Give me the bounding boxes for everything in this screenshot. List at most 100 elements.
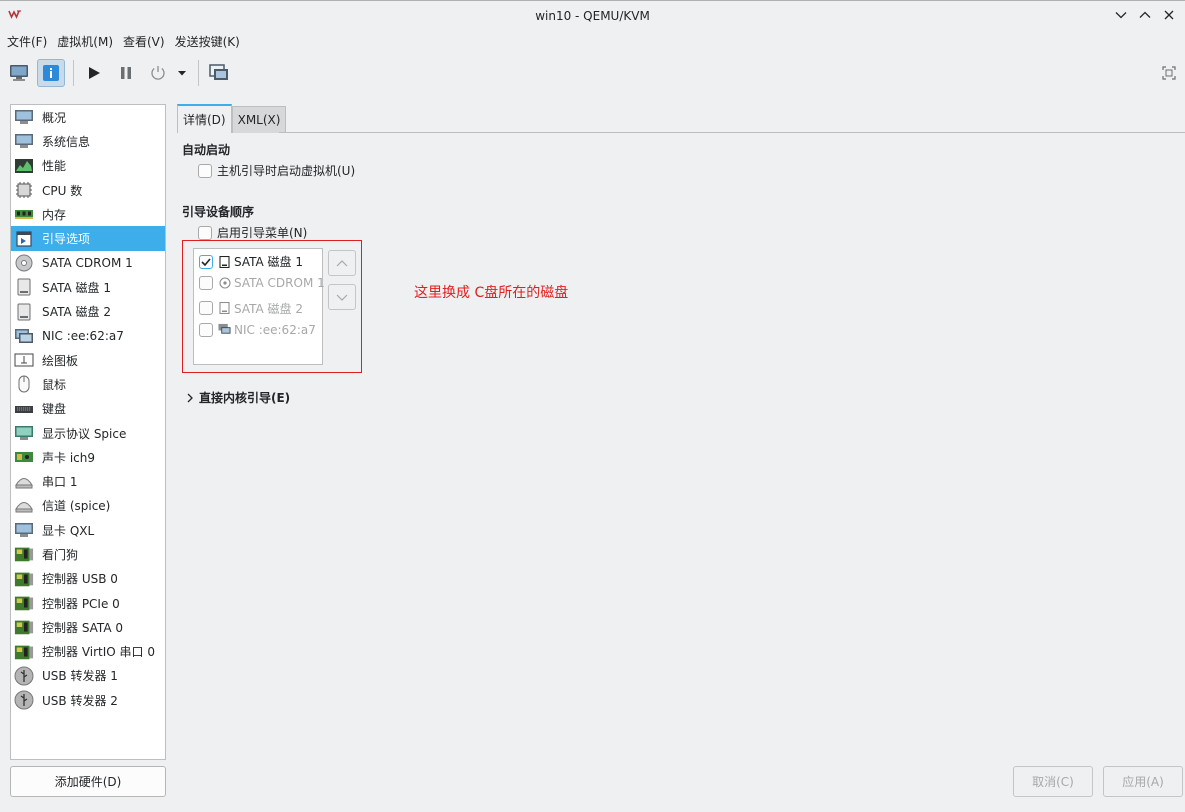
menu-vm[interactable]: 虚拟机(M) (52, 33, 118, 50)
sidebar-item-label: 系统信息 (42, 134, 91, 149)
console-view-button[interactable] (5, 59, 33, 87)
usb-icon (14, 690, 34, 710)
sidebar-item[interactable]: 控制器 SATA 0 (11, 615, 165, 639)
boot-order-title: 引导设备顺序 (182, 205, 255, 219)
sidebar-item[interactable]: 绘图板 (11, 348, 165, 372)
monitor-icon (14, 108, 34, 126)
shutdown-menu-button[interactable] (174, 59, 190, 87)
sidebar-item[interactable]: 系统信息 (11, 129, 165, 153)
shutdown-button[interactable] (144, 59, 172, 87)
display-icon (14, 424, 34, 442)
controller-card-icon (14, 618, 34, 636)
menu-send-key[interactable]: 发送按键(K) (170, 33, 245, 50)
sidebar-item[interactable]: 显卡 QXL (11, 518, 165, 542)
sidebar-item[interactable]: 键盘 (11, 397, 165, 421)
cdrom-icon (14, 254, 34, 272)
keyboard-icon (14, 400, 34, 418)
sidebar-item-label: 看门狗 (42, 547, 79, 562)
sidebar-item-label: 信道 (spice) (42, 499, 111, 514)
maximize-button[interactable] (1135, 5, 1155, 25)
controller-card-icon (14, 545, 34, 563)
sidebar-item[interactable]: 串口 1 (11, 469, 165, 493)
info-icon (43, 65, 59, 81)
direct-kernel-boot-expander[interactable]: 直接内核引导(E) (185, 389, 290, 406)
sidebar-item[interactable]: NIC :ee:62:a7 (11, 324, 165, 348)
sidebar-item[interactable]: 鼠标 (11, 372, 165, 396)
mouse-icon (14, 375, 34, 393)
app-logo-icon (8, 9, 22, 21)
cpu-chip-icon (14, 181, 34, 199)
sidebar-item-label: 串口 1 (42, 475, 78, 490)
dropdown-arrow-icon (178, 71, 186, 76)
sidebar-item-label: 控制器 SATA 0 (42, 620, 123, 635)
close-button[interactable] (1159, 5, 1179, 25)
autostart-checkbox-row[interactable]: 主机引导时启动虚拟机(U) (198, 162, 355, 179)
menu-view[interactable]: 查看(V) (118, 33, 170, 50)
controller-card-icon (14, 643, 34, 661)
toolbar (0, 55, 1185, 91)
sidebar-item[interactable]: USB 转发器 2 (11, 688, 165, 712)
sidebar-item[interactable]: 内存 (11, 202, 165, 226)
toolbar-separator (73, 60, 74, 86)
tab-xml[interactable]: XML(X) (231, 106, 287, 133)
tab-details[interactable]: 详情(D) (177, 104, 232, 133)
add-hardware-button[interactable]: 添加硬件(D) (10, 766, 166, 797)
serial-port-icon (14, 473, 34, 491)
sidebar-item-label: USB 转发器 1 (42, 669, 118, 684)
sidebar-item[interactable]: 控制器 VirtIO 串口 0 (11, 640, 165, 664)
sidebar-item[interactable]: CPU 数 (11, 178, 165, 202)
details-view-button[interactable] (37, 59, 65, 87)
sidebar-item[interactable]: 控制器 USB 0 (11, 567, 165, 591)
sidebar-item[interactable]: USB 转发器 1 (11, 664, 165, 688)
boot-menu-checkbox[interactable] (198, 225, 212, 240)
autostart-checkbox[interactable] (198, 163, 212, 178)
chevron-down-icon (1115, 12, 1127, 19)
sidebar-item-label: 键盘 (42, 402, 67, 417)
sidebar-item-label: CPU 数 (42, 183, 83, 198)
sidebar-item[interactable]: 信道 (spice) (11, 494, 165, 518)
sidebar-item[interactable]: 显示协议 Spice (11, 421, 165, 445)
sidebar-item-label: 控制器 USB 0 (42, 572, 118, 587)
sidebar-item[interactable]: 性能 (11, 154, 165, 178)
menu-bar: 文件(F) 虚拟机(M) 查看(V) 发送按键(K) (0, 30, 245, 52)
network-icon (14, 327, 34, 345)
boot-menu-checkbox-label: 启用引导菜单(N) (217, 226, 308, 240)
sound-card-icon (14, 448, 34, 466)
disk-icon (14, 278, 34, 296)
sidebar-item-label: 控制器 PCIe 0 (42, 596, 120, 611)
minimize-button[interactable] (1111, 5, 1131, 25)
sidebar-item[interactable]: 看门狗 (11, 542, 165, 566)
play-icon (89, 67, 100, 79)
sidebar-item-label: USB 转发器 2 (42, 693, 118, 708)
channel-icon (14, 497, 34, 515)
hardware-list: 概况系统信息性能 CPU 数内存 引导选项 SATA CDROM 1 SATA 磁盘 1… (10, 104, 166, 760)
boot-options-icon (14, 230, 34, 248)
sidebar-item[interactable]: 控制器 PCIe 0 (11, 591, 165, 615)
cancel-button[interactable]: 取消(C) (1013, 766, 1093, 797)
sidebar-item[interactable]: 引导选项 (11, 226, 165, 251)
apply-button[interactable]: 应用(A) (1103, 766, 1183, 797)
menu-file[interactable]: 文件(F) (2, 33, 52, 50)
sidebar-item-label: 绘图板 (42, 353, 79, 368)
direct-kernel-boot-label: 直接内核引导(E) (199, 391, 291, 405)
sidebar-item[interactable]: 概况 (11, 105, 165, 129)
video-card-icon (14, 521, 34, 539)
sidebar-item-label: SATA CDROM 1 (42, 255, 133, 270)
close-icon (1164, 10, 1174, 20)
memory-module-icon (14, 205, 34, 223)
sidebar-item[interactable]: SATA CDROM 1 (11, 251, 165, 275)
boot-menu-checkbox-row[interactable]: 启用引导菜单(N) (198, 224, 307, 241)
toolbar-separator (198, 60, 199, 86)
sidebar-item[interactable]: SATA 磁盘 2 (11, 299, 165, 323)
controller-card-icon (14, 594, 34, 612)
pause-button[interactable] (112, 59, 140, 87)
chevron-up-icon (1139, 11, 1151, 18)
fullscreen-button[interactable] (1159, 63, 1179, 83)
chevron-right-icon (187, 393, 193, 402)
snapshots-button[interactable] (205, 59, 233, 87)
sidebar-item[interactable]: 声卡 ich9 (11, 445, 165, 469)
run-button[interactable] (80, 59, 108, 87)
sidebar-item[interactable]: SATA 磁盘 1 (11, 275, 165, 299)
fullscreen-icon (1162, 66, 1176, 80)
sidebar-item-label: 性能 (42, 159, 67, 174)
